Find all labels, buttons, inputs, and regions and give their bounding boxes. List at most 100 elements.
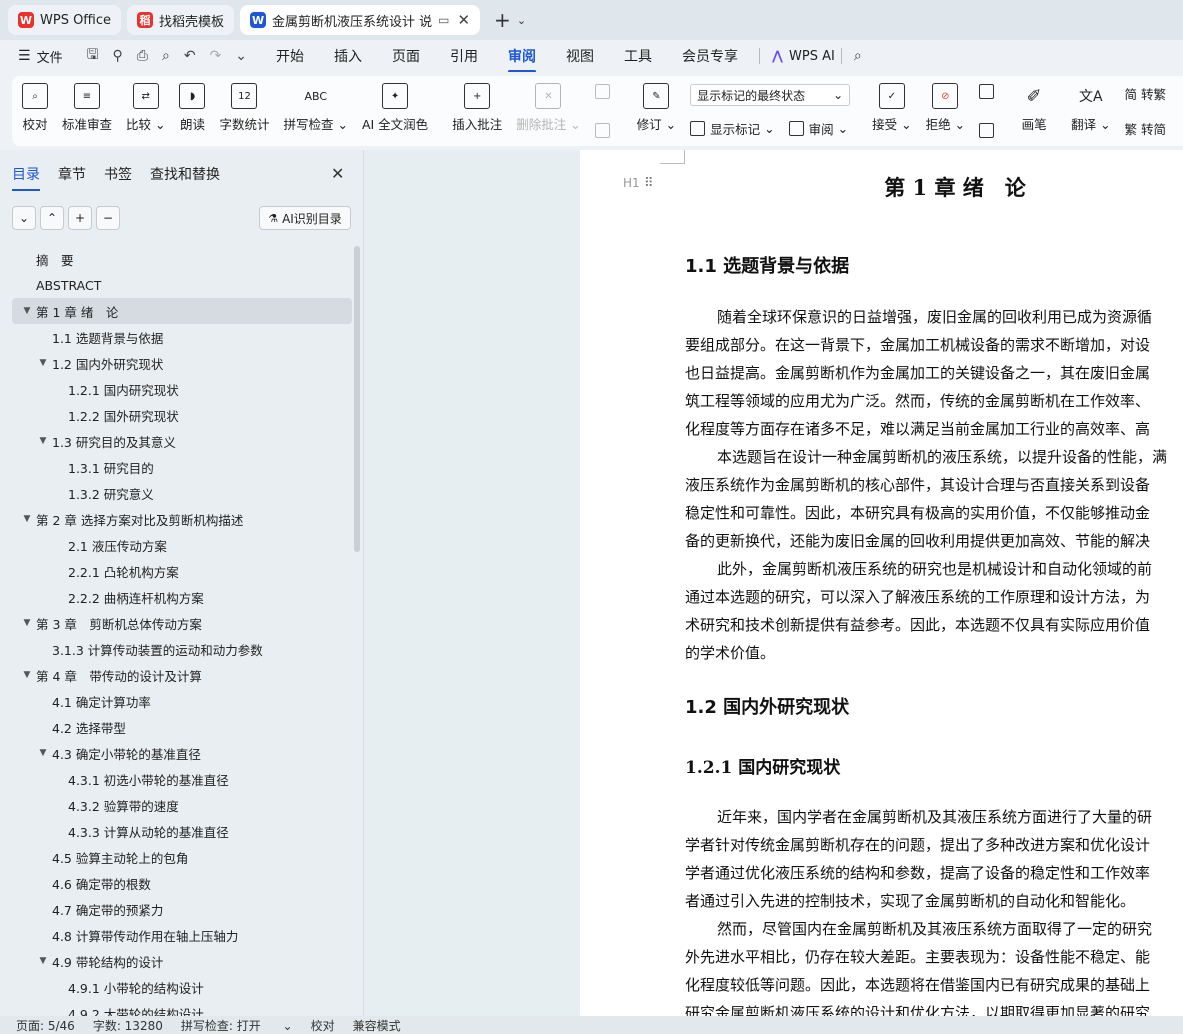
tab-wps-office[interactable]: W WPS Office xyxy=(8,5,122,35)
status-proofread[interactable]: 校对 xyxy=(311,1017,335,1034)
toc-item[interactable]: 4.3.3 计算从动轮的基准直径 xyxy=(12,818,352,844)
toc-item[interactable]: ▼ 4.3 确定小带轮的基准直径 xyxy=(12,740,352,766)
expand-arrow-icon[interactable]: ▼ xyxy=(20,618,34,628)
close-icon[interactable]: ✕ xyxy=(331,164,344,183)
toc-item[interactable]: 1.2.2 国外研究现状 xyxy=(12,402,352,428)
next-comment-button[interactable] xyxy=(594,123,615,138)
document-page[interactable]: H1 ⠿ 第 1 章 绪 论 1.1 选题背景与依据 随着全球环保意识的日益增强… xyxy=(580,150,1183,1016)
expand-arrow-icon[interactable]: ▼ xyxy=(36,748,50,758)
expand-arrow-icon[interactable]: ▼ xyxy=(20,670,34,680)
drag-handle-icon[interactable]: ⠿ xyxy=(644,176,654,191)
menu-review[interactable]: 审阅 xyxy=(508,46,537,73)
menu-page[interactable]: 页面 xyxy=(392,46,420,66)
tab-sections[interactable]: 章节 xyxy=(58,164,86,191)
toc-item[interactable]: 4.5 验算主动轮上的包角 xyxy=(12,844,352,870)
file-menu[interactable]: ☰ 文件 xyxy=(18,47,63,66)
toc-item[interactable]: ▼ 4.9 带轮结构的设计 xyxy=(12,948,352,974)
toc-item[interactable]: 4.9.1 小带轮的结构设计 xyxy=(12,974,352,1000)
print-preview-icon[interactable]: ⌕ xyxy=(162,48,170,64)
menu-tools[interactable]: 工具 xyxy=(624,46,652,66)
standard-review-button[interactable]: ≡ 标准审查 xyxy=(62,83,112,139)
toc-item[interactable]: ▼ 1.2 国内外研究现状 xyxy=(12,350,352,376)
chevron-down-icon[interactable]: ⌄ xyxy=(517,14,526,27)
collapse-all-button[interactable]: ⌃ xyxy=(40,206,64,230)
remove-heading-button[interactable]: − xyxy=(96,206,120,230)
toc-item[interactable]: 4.3.2 验算带的速度 xyxy=(12,792,352,818)
toc-item[interactable]: 1.3.2 研究意义 xyxy=(12,480,352,506)
expand-arrow-icon[interactable]: ▼ xyxy=(36,358,50,368)
add-heading-button[interactable]: + xyxy=(68,206,92,230)
markup-mode-dropdown[interactable]: 显示标记的最终状态 ⌄ xyxy=(690,84,851,106)
expand-arrow-icon[interactable]: ▼ xyxy=(36,956,50,966)
expand-arrow-icon[interactable]: ▼ xyxy=(20,514,34,524)
ai-identify-toc-button[interactable]: ⚗ AI识别目录 xyxy=(259,206,351,230)
cloud-icon[interactable]: ⚲ xyxy=(113,48,123,64)
toc-item[interactable]: 4.7 确定带的预紧力 xyxy=(12,896,352,922)
new-tab-plus-icon[interactable]: + xyxy=(494,8,511,32)
toc-item[interactable]: 4.2 选择带型 xyxy=(12,714,352,740)
toc-item[interactable]: 2.1 液压传动方案 xyxy=(12,532,352,558)
toc-item[interactable]: 4.8 计算带传动作用在轴上压轴力 xyxy=(12,922,352,948)
close-icon[interactable]: ✕ xyxy=(457,11,470,29)
insert-comment-button[interactable]: + 插入批注 xyxy=(452,83,502,139)
toc-item[interactable]: 2.2.1 凸轮机构方案 xyxy=(12,558,352,584)
translate-button[interactable]: 文A 翻译 ⌄ xyxy=(1071,83,1110,139)
toc-item[interactable]: 摘 要 xyxy=(12,246,352,272)
toc-item[interactable]: 1.3.1 研究目的 xyxy=(12,454,352,480)
status-page[interactable]: 页面: 5/46 xyxy=(16,1017,75,1034)
delete-comment-button[interactable]: ✕ 删除批注 ⌄ xyxy=(516,83,581,139)
read-aloud-button[interactable]: ◗ 朗读 xyxy=(179,83,206,139)
ai-polish-button[interactable]: ✦ AI 全文润色 xyxy=(362,83,428,139)
trad-to-simp-button[interactable]: 繁 转简 xyxy=(1125,119,1166,138)
toc-item[interactable]: 4.1 确定计算功率 xyxy=(12,688,352,714)
chevron-down-icon[interactable]: ⌄ xyxy=(235,48,247,64)
tab-find-replace[interactable]: 查找和替换 xyxy=(150,164,220,191)
tab-bookmarks[interactable]: 书签 xyxy=(104,164,132,191)
spell-check-button[interactable]: ABC 拼写检查 ⌄ xyxy=(284,83,348,139)
tab-template[interactable]: 稻 找稻壳模板 xyxy=(127,5,235,35)
proofread-button[interactable]: ⌕ 校对 xyxy=(22,83,48,139)
toc-item[interactable]: ▼ 第 4 章 带传动的设计及计算 xyxy=(12,662,352,688)
toc-item[interactable]: 4.6 确定带的根数 xyxy=(12,870,352,896)
menu-member[interactable]: 会员专享 xyxy=(682,46,738,66)
compare-button[interactable]: ⇄ 比较 ⌄ xyxy=(126,83,165,139)
menu-reference[interactable]: 引用 xyxy=(450,46,478,66)
expand-arrow-icon[interactable]: ▼ xyxy=(20,306,34,316)
wps-ai-button[interactable]: ⋀ WPS AI xyxy=(772,49,835,64)
review-pane-button[interactable]: 审阅 ⌄ xyxy=(788,119,848,138)
toc-item[interactable]: ABSTRACT xyxy=(12,272,352,298)
toc-item[interactable]: 2.2.2 曲柄连杆机构方案 xyxy=(12,584,352,610)
status-spell-check[interactable]: 拼写检查: 打开 ⌄ xyxy=(181,1017,293,1034)
undo-icon[interactable]: ↶ xyxy=(184,48,196,64)
next-change-button[interactable] xyxy=(979,123,999,138)
word-count-button[interactable]: 12 字数统计 xyxy=(219,83,270,139)
toc-item[interactable]: ▼ 第 1 章 绪 论 xyxy=(12,298,352,324)
monitor-icon[interactable]: ▭ xyxy=(438,13,449,27)
toc-item[interactable]: ▼ 1.3 研究目的及其意义 xyxy=(12,428,352,454)
toc-scrollbar[interactable] xyxy=(354,246,360,552)
save-icon[interactable]: 🖫 xyxy=(87,44,99,68)
search-icon[interactable]: ⌕ xyxy=(854,48,862,64)
previous-comment-button[interactable] xyxy=(594,84,615,99)
toc-item[interactable]: 4.3.1 初选小带轮的基准直径 xyxy=(12,766,352,792)
revise-button[interactable]: ✎ 修订 ⌄ xyxy=(637,83,676,139)
print-icon[interactable]: ⎙ xyxy=(137,48,148,64)
reject-button[interactable]: ⊘ 拒绝 ⌄ xyxy=(926,83,965,139)
redo-icon[interactable]: ↷ xyxy=(210,48,222,64)
expand-all-button[interactable]: ⌄ xyxy=(12,206,36,230)
simp-to-trad-button[interactable]: 简 转繁 xyxy=(1125,84,1166,103)
previous-change-button[interactable] xyxy=(979,84,999,99)
toc-item[interactable]: 1.2.1 国内研究现状 xyxy=(12,376,352,402)
menu-start[interactable]: 开始 xyxy=(276,46,304,66)
toc-item[interactable]: 1.1 选题背景与依据 xyxy=(12,324,352,350)
pen-button[interactable]: ✐ 画笔 xyxy=(1021,83,1047,139)
tab-document[interactable]: W 金属剪断机液压系统设计 说 ▭ ✕ xyxy=(240,5,481,35)
tab-toc[interactable]: 目录 xyxy=(12,164,40,191)
menu-insert[interactable]: 插入 xyxy=(334,46,362,66)
toc-item[interactable]: ▼ 第 3 章 剪断机总体传动方案 xyxy=(12,610,352,636)
menu-view[interactable]: 视图 xyxy=(566,46,594,66)
expand-arrow-icon[interactable]: ▼ xyxy=(36,436,50,446)
status-word-count[interactable]: 字数: 13280 xyxy=(93,1017,163,1034)
show-markup-button[interactable]: 显示标记 ⌄ xyxy=(690,119,775,138)
accept-button[interactable]: ✓ 接受 ⌄ xyxy=(872,83,912,139)
